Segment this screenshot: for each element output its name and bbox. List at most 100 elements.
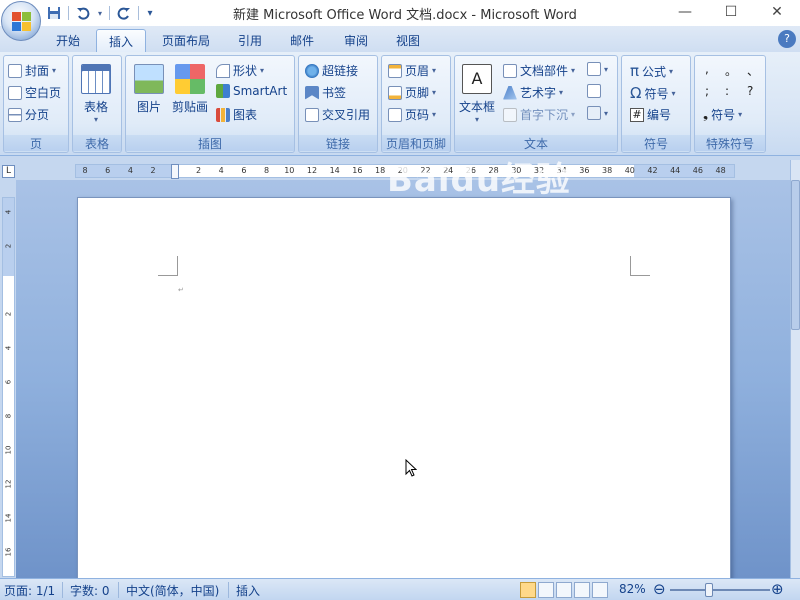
textbox-button[interactable]: A 文本框 ▾	[459, 64, 495, 124]
smartart-button[interactable]: SmartArt	[216, 84, 287, 98]
picture-button[interactable]: 图片	[134, 64, 164, 115]
tab-review[interactable]: 审阅	[332, 29, 380, 52]
tab-page-layout[interactable]: 页面布局	[150, 29, 222, 52]
group-links: 超链接 书签 交叉引用 链接	[298, 55, 378, 153]
window-controls: — ☐ ✕	[662, 0, 800, 24]
office-button[interactable]	[1, 1, 41, 41]
tab-references[interactable]: 引用	[226, 29, 274, 52]
footer-button[interactable]: 页脚 ▾	[388, 84, 436, 101]
customize-qat-icon[interactable]: ▾	[143, 4, 157, 22]
redo-icon[interactable]	[114, 4, 134, 22]
full-screen-reading-view-button[interactable]	[538, 582, 554, 598]
drop-cap-icon	[503, 107, 517, 122]
special-char-colon[interactable]: :	[725, 84, 729, 98]
page-number-button[interactable]: 页码 ▾	[388, 106, 436, 123]
document-page[interactable]: ↵	[77, 197, 731, 578]
cross-reference-button[interactable]: 交叉引用	[305, 106, 370, 123]
zoom-out-icon[interactable]: ⊖	[653, 580, 666, 598]
outline-view-button[interactable]	[574, 582, 590, 598]
zoom-level[interactable]: 82%	[619, 582, 646, 596]
maximize-button[interactable]: ☐	[708, 0, 754, 24]
ribbon: 封面 ▾ 空白页 分页 页 表格 ▾ 表格 图片 剪贴画 形状 ▾ SmartA…	[0, 52, 800, 156]
undo-dropdown-icon[interactable]: ▾	[95, 4, 105, 22]
ruler-tick-label: 2	[150, 166, 156, 175]
zoom-in-icon[interactable]: ⊕	[771, 580, 784, 598]
quick-parts-label: 文档部件	[520, 64, 569, 78]
ruler-tick-label: 16	[4, 547, 13, 557]
equation-button[interactable]: π 公式 ▾	[630, 62, 673, 80]
group-header-footer: 页眉 ▾ 页脚 ▾ 页码 ▾ 页眉和页脚	[381, 55, 451, 153]
textbox-icon: A	[462, 64, 492, 94]
special-char-comma[interactable]: ,	[705, 62, 709, 76]
hyperlink-icon	[305, 63, 319, 78]
special-char-period[interactable]: 。	[725, 62, 737, 79]
shapes-button[interactable]: 形状 ▾	[216, 62, 264, 79]
chart-button[interactable]: 图表	[216, 106, 257, 123]
symbol-button[interactable]: Ω 符号 ▾	[630, 84, 676, 102]
group-text: A 文本框 ▾ 文档部件 ▾ 艺术字 ▾ 首字下沉 ▾ ▾ ▾ 文本	[454, 55, 618, 153]
minimize-button[interactable]: —	[662, 0, 708, 24]
blank-page-button[interactable]: 空白页	[8, 84, 61, 101]
table-label: 表格	[83, 100, 108, 114]
ruler-tick-label: 18	[375, 166, 386, 175]
undo-icon[interactable]	[73, 4, 93, 22]
group-label-header-footer: 页眉和页脚	[382, 135, 450, 151]
hyperlink-button[interactable]: 超链接	[305, 62, 358, 79]
vertical-ruler[interactable]: 4 2 2 4 6 8 10 12 14 16	[2, 197, 15, 577]
special-char-question[interactable]: ?	[747, 84, 753, 98]
bookmark-button[interactable]: 书签	[305, 84, 346, 101]
table-icon	[81, 64, 111, 94]
draft-view-button[interactable]	[592, 582, 608, 598]
ruler-tick-label: 14	[329, 166, 340, 175]
smartart-label: SmartArt	[233, 84, 288, 98]
tab-view[interactable]: 视图	[384, 29, 432, 52]
word-count[interactable]: 字数: 0	[70, 582, 110, 599]
tab-home[interactable]: 开始	[44, 29, 92, 52]
ruler-tick-label: 48	[715, 166, 726, 175]
tab-insert[interactable]: 插入	[96, 29, 147, 52]
special-symbol-label: 符号	[711, 108, 736, 122]
number-button[interactable]: # 编号	[630, 106, 671, 123]
quick-parts-button[interactable]: 文档部件 ▾	[503, 62, 575, 79]
cover-page-button[interactable]: 封面 ▾	[8, 62, 56, 79]
group-special-symbols: , 。 、 ; : ? ❟ 符号 ▾ 特殊符号	[694, 55, 766, 153]
zoom-slider-thumb[interactable]	[705, 583, 713, 597]
help-icon[interactable]: ?	[778, 30, 796, 48]
object-icon	[587, 106, 601, 120]
insert-mode[interactable]: 插入	[236, 582, 260, 599]
scroll-thumb[interactable]	[791, 180, 800, 330]
drop-cap-button[interactable]: 首字下沉 ▾	[503, 106, 575, 123]
clipart-button[interactable]: 剪贴画	[172, 64, 208, 115]
page-count[interactable]: 页面: 1/1	[4, 582, 55, 599]
ruler-tick-label: 14	[4, 513, 13, 523]
page-break-button[interactable]: 分页	[8, 106, 49, 123]
signature-line-button[interactable]: ▾	[587, 62, 608, 76]
ruler-tick-label: 40	[624, 166, 635, 175]
blank-page-label: 空白页	[25, 86, 62, 100]
quick-access-toolbar: ▾ ▾	[44, 3, 157, 23]
tab-mailings[interactable]: 邮件	[278, 29, 326, 52]
special-char-enum-comma[interactable]: 、	[747, 62, 759, 79]
page-number-label: 页码	[405, 108, 430, 122]
page-number-icon	[388, 107, 402, 122]
smartart-icon	[216, 84, 230, 98]
indent-marker[interactable]	[171, 164, 179, 179]
tab-selector[interactable]: L	[2, 165, 15, 178]
cover-page-icon	[8, 63, 22, 78]
header-button[interactable]: 页眉 ▾	[388, 62, 436, 79]
save-icon[interactable]	[44, 4, 64, 22]
language-indicator[interactable]: 中文(简体，中国)	[126, 582, 219, 599]
web-layout-view-button[interactable]	[556, 582, 572, 598]
print-layout-view-button[interactable]	[520, 582, 536, 598]
special-symbol-button[interactable]: ❟ 符号 ▾	[703, 106, 742, 123]
close-button[interactable]: ✕	[754, 0, 800, 24]
zoom-slider[interactable]	[670, 589, 770, 591]
group-label-text: 文本	[455, 135, 617, 151]
table-button[interactable]: 表格 ▾	[81, 64, 111, 124]
vertical-scrollbar[interactable]	[790, 160, 800, 578]
special-char-semicolon[interactable]: ;	[705, 84, 709, 98]
wordart-button[interactable]: 艺术字 ▾	[503, 84, 563, 101]
date-time-button[interactable]	[587, 84, 601, 98]
quick-parts-icon	[503, 63, 517, 78]
object-button[interactable]: ▾	[587, 106, 608, 120]
